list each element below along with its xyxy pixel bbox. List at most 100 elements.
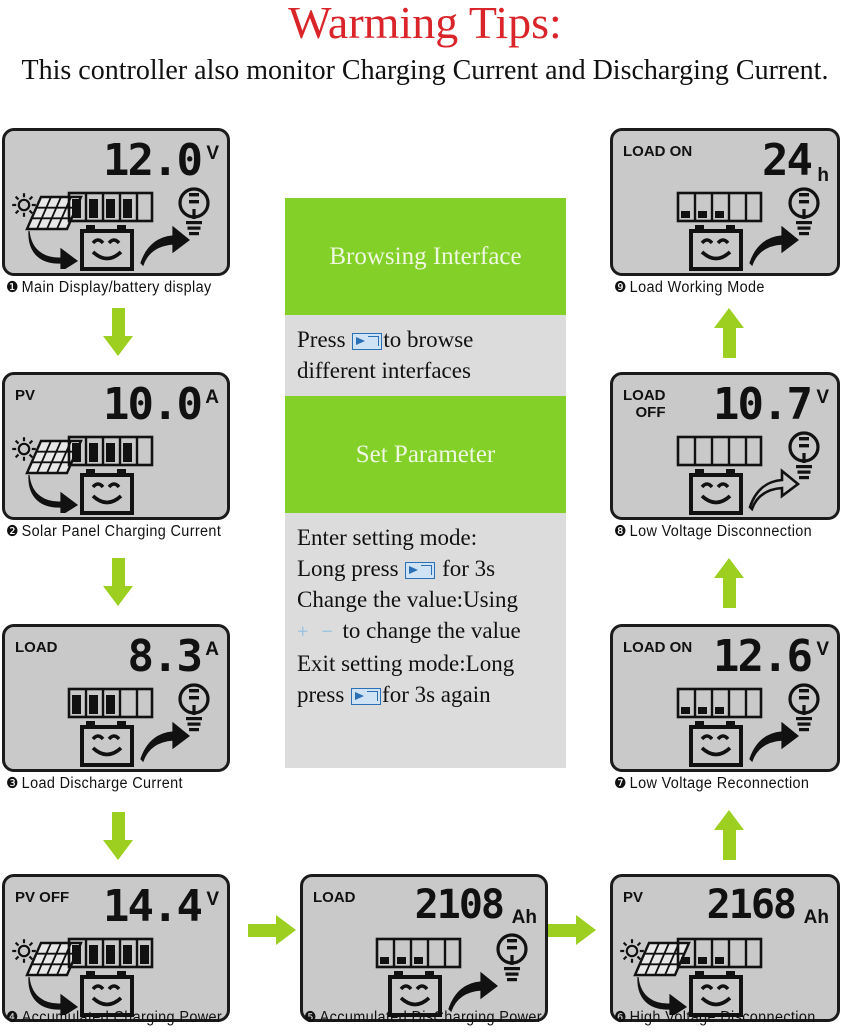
lcd-panel-5: LOAD 2108 Ah xyxy=(300,874,548,1022)
lcd-value: 10.7 xyxy=(713,379,813,430)
panel-number-badge: ❾ xyxy=(614,278,627,296)
charge-arrow-icon xyxy=(28,474,79,513)
battery-level-bars-icon xyxy=(676,191,763,223)
lcd-panel-caption-8: ❽ Low Voltage Disconnection xyxy=(614,522,812,541)
lcd-status-tag: LOAD ON xyxy=(623,143,693,160)
panel-caption-text: High Voltage Disconnection xyxy=(629,1009,816,1026)
lcd-value: 24 xyxy=(762,135,813,186)
browsing-interface-band: Browsing Interface xyxy=(285,198,566,315)
lcd-unit: V xyxy=(816,387,829,408)
lcd-panel-8: LOAD OFF 10.7 V xyxy=(610,372,840,520)
lcd-unit: A xyxy=(205,639,219,660)
battery-level-bars-icon xyxy=(67,937,154,969)
set-parameter-title: Set Parameter xyxy=(355,440,496,468)
lcd-panel-2: PV 10.0 A xyxy=(2,372,230,520)
arrow-1-to-2 xyxy=(103,308,134,356)
battery-level-bars-icon xyxy=(67,435,154,467)
lcd-value: 8.3 xyxy=(127,631,203,682)
discharge-arrow-icon xyxy=(749,721,799,763)
lcd-unit: A xyxy=(205,387,219,408)
battery-level-bars-icon xyxy=(676,687,763,719)
lcd-panel-6: PV 2168 Ah xyxy=(610,874,840,1022)
lcd-panel-3: LOAD 8.3 A xyxy=(2,624,230,772)
enter-button-icon[interactable] xyxy=(351,688,382,705)
lcd-status-tag: PV xyxy=(15,387,36,404)
lcd-status-tag: LOAD ON xyxy=(623,639,693,656)
browsing-interface-instruction: Press to browse different interfaces xyxy=(285,315,566,396)
set-line-5: Exit setting mode:Long xyxy=(297,651,515,676)
arrow-6-to-7 xyxy=(714,810,745,860)
smiling-battery-icon xyxy=(689,225,743,271)
browsing-interface-title: Browsing Interface xyxy=(329,242,522,270)
lcd-status-tag: LOAD OFF xyxy=(623,387,666,421)
arrow-8-to-9 xyxy=(714,308,745,358)
panel-number-badge: ❺ xyxy=(304,1008,317,1026)
lcd-panel-caption-7: ❼ Low Voltage Reconnection xyxy=(614,774,809,793)
lcd-panel-9: LOAD ON 24 h xyxy=(610,128,840,276)
lcd-unit: V xyxy=(816,639,829,660)
panel-caption-text: Solar Panel Charging Current xyxy=(21,523,222,540)
lcd-value: 14.4 xyxy=(103,881,203,932)
arrow-4-to-5 xyxy=(248,915,296,946)
smiling-battery-icon xyxy=(689,469,743,515)
plus-minus-icon[interactable]: + − xyxy=(297,621,337,643)
enter-button-icon[interactable] xyxy=(352,333,383,350)
discharge-arrow-icon xyxy=(749,225,799,267)
set-line-6: press for 3s again xyxy=(297,682,491,707)
panel-caption-text: Accumulated Charging Power xyxy=(21,1009,223,1026)
lcd-panel-7: LOAD ON 12.6 V xyxy=(610,624,840,772)
lcd-value: 2168 xyxy=(706,882,797,928)
discharge-arrow-icon xyxy=(448,971,498,1013)
lcd-value: 2108 xyxy=(414,882,505,928)
lcd-panel-1: 12.0 V xyxy=(2,128,230,276)
smiling-battery-icon xyxy=(80,469,134,515)
discharge-arrow-icon xyxy=(748,468,800,511)
lcd-value: 12.6 xyxy=(713,631,813,682)
arrow-5-to-6 xyxy=(548,915,596,946)
lcd-status-tag: LOAD xyxy=(313,889,356,906)
battery-level-bars-icon xyxy=(375,937,462,969)
page-title: Warming Tips: xyxy=(288,0,562,48)
set-line-3: Change the value:Using xyxy=(297,587,519,612)
panel-number-badge: ❼ xyxy=(614,774,627,792)
panel-caption-text: Low Voltage Reconnection xyxy=(629,775,810,792)
lcd-panel-caption-1: ❶ Main Display/battery display xyxy=(6,278,212,297)
battery-level-bars-icon xyxy=(676,937,763,969)
discharge-arrow-icon xyxy=(140,721,190,763)
arrow-2-to-3 xyxy=(103,558,134,606)
set-line-4: + − to change the value xyxy=(297,618,521,643)
lcd-panel-caption-3: ❸ Load Discharge Current xyxy=(6,774,183,793)
lcd-unit: V xyxy=(206,143,219,164)
battery-level-bars-icon xyxy=(676,435,763,467)
enter-button-icon[interactable] xyxy=(405,562,436,579)
lcd-unit: Ah xyxy=(803,907,829,928)
lcd-value: 10.0 xyxy=(103,379,203,430)
lcd-status-tag: PV OFF xyxy=(15,889,70,906)
set-parameter-band: Set Parameter xyxy=(285,396,566,513)
lcd-value: 12.0 xyxy=(103,135,203,186)
lcd-panel-caption-6: ❻ High Voltage Disconnection xyxy=(614,1008,816,1027)
lcd-unit: V xyxy=(206,889,219,910)
set-line-2: Long press for 3s xyxy=(297,556,496,581)
arrow-3-to-4 xyxy=(103,812,134,860)
browse-text-before: Press xyxy=(297,327,352,352)
lcd-panel-caption-2: ❷ Solar Panel Charging Current xyxy=(6,522,221,541)
battery-level-bars-icon xyxy=(67,191,154,223)
set-parameter-instructions: Enter setting mode: Long press for 3s Ch… xyxy=(285,513,566,768)
arrow-7-to-8 xyxy=(714,558,745,608)
lcd-panel-caption-5: ❺ Accumulated DisCharging Power xyxy=(304,1008,542,1027)
panel-number-badge: ❽ xyxy=(614,522,627,540)
lcd-status-tag: LOAD xyxy=(15,639,58,656)
panel-number-badge: ❹ xyxy=(6,1008,19,1026)
set-line-1: Enter setting mode: xyxy=(297,525,478,550)
panel-number-badge: ❶ xyxy=(6,278,19,296)
panel-number-badge: ❸ xyxy=(6,774,19,792)
panel-caption-text: Low Voltage Disconnection xyxy=(629,523,813,540)
battery-level-bars-icon xyxy=(67,687,154,719)
panel-caption-text: Load Working Mode xyxy=(629,279,765,296)
lcd-panel-4: PV OFF 14.4 V xyxy=(2,874,230,1022)
charge-arrow-icon xyxy=(28,230,79,269)
panel-caption-text: Main Display/battery display xyxy=(21,279,212,296)
panel-number-badge: ❻ xyxy=(614,1008,627,1026)
panel-caption-text: Accumulated DisCharging Power xyxy=(319,1009,542,1026)
